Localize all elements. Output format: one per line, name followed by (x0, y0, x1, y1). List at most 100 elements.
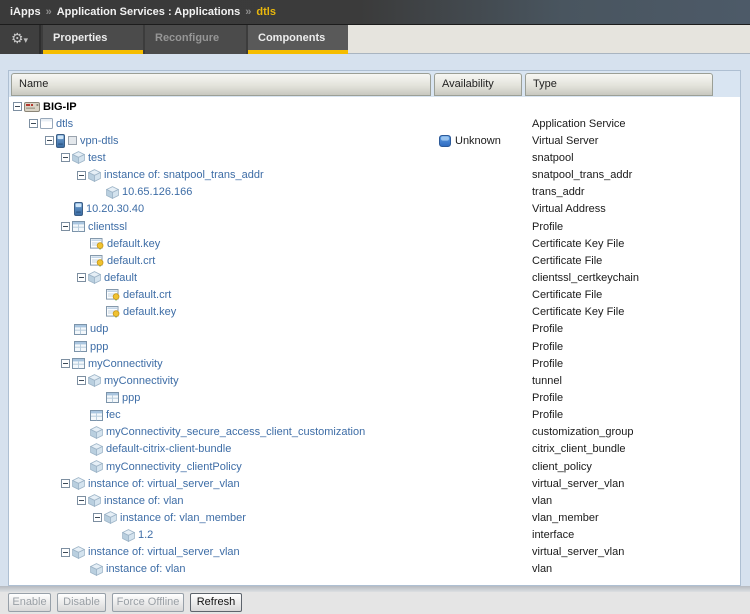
tab-properties[interactable]: Properties (43, 25, 143, 54)
tree-name-cell: BIG-IP (9, 101, 433, 113)
collapse-icon[interactable] (77, 171, 86, 180)
collapse-icon[interactable] (29, 119, 38, 128)
tree-item-label[interactable]: instance of: virtual_server_vlan (88, 546, 240, 558)
gear-menu-button[interactable]: ⚙▾ (0, 25, 41, 54)
tree-name-cell: instance of: virtual_server_vlan (9, 477, 433, 490)
column-header-type[interactable]: Type (525, 73, 713, 96)
refresh-button[interactable]: Refresh (190, 593, 242, 612)
tree-item-label[interactable]: 10.65.126.166 (122, 186, 192, 198)
type-cell: Profile (524, 358, 740, 370)
tree-item-label[interactable]: clientssl (88, 221, 127, 233)
tree-name-cell: default-citrix-client-bundle (9, 443, 433, 456)
certificate-icon (90, 255, 104, 267)
tree-item-label[interactable]: BIG-IP (43, 101, 77, 113)
tree-item-label[interactable]: test (88, 152, 106, 164)
certificate-icon (106, 306, 120, 318)
tree-row: instance of: virtual_server_vlan virtual_… (9, 544, 740, 561)
tree-item-label[interactable]: fec (106, 409, 121, 421)
enable-button[interactable]: Enable (8, 593, 51, 612)
cube-icon (90, 460, 103, 473)
tree-row: clientssl Profile (9, 218, 740, 235)
column-header-availability[interactable]: Availability (434, 73, 522, 96)
tree-item-label[interactable]: instance of: vlan (106, 563, 186, 575)
tree-row: myConnectivity_clientPolicy client_policy (9, 458, 740, 475)
tree-item-label[interactable]: myConnectivity (104, 375, 179, 387)
tree-item-label[interactable]: myConnectivity_clientPolicy (106, 461, 242, 473)
type-cell: client_policy (524, 461, 740, 473)
tree-item-label[interactable]: 10.20.30.40 (86, 203, 144, 215)
type-cell: virtual_server_vlan (524, 546, 740, 558)
cube-icon (90, 426, 103, 439)
tree-item-label[interactable]: myConnectivity (88, 358, 163, 370)
breadcrumb-section[interactable]: Application Services : Applications (57, 6, 241, 18)
tree-item-label[interactable]: ppp (90, 341, 108, 353)
tree-item-label[interactable]: 1.2 (138, 529, 153, 541)
tab-underline (43, 50, 143, 54)
collapse-icon[interactable] (61, 153, 70, 162)
tree-row: vpn-dtlsUnknownVirtual Server (9, 132, 740, 149)
component-checkbox[interactable] (68, 136, 77, 145)
collapse-icon[interactable] (13, 102, 22, 111)
type-cell: Profile (524, 341, 740, 353)
tree-name-cell: test (9, 151, 433, 164)
type-cell: Profile (524, 392, 740, 404)
tree-name-cell: default.crt (9, 255, 433, 267)
tree-item-label[interactable]: default-citrix-client-bundle (106, 443, 231, 455)
tree-item-label[interactable]: udp (90, 323, 108, 335)
tree-item-label[interactable]: ppp (122, 392, 140, 404)
tree-row: instance of: virtual_server_vlanvirtual_… (9, 475, 740, 492)
tree-item-label[interactable]: dtls (56, 118, 73, 130)
profile-icon (90, 410, 103, 421)
profile-icon (74, 324, 87, 335)
collapse-icon[interactable] (61, 222, 70, 231)
type-cell: Certificate File (524, 289, 740, 301)
collapse-icon[interactable] (45, 136, 54, 145)
collapse-icon[interactable] (61, 548, 70, 557)
tree-item-label[interactable]: default.key (107, 238, 160, 250)
collapse-icon[interactable] (93, 513, 102, 522)
tree-item-label[interactable]: default.crt (107, 255, 155, 267)
tree-name-cell: 10.20.30.40 (9, 202, 433, 216)
tree-name-cell: instance of: vlan (9, 494, 433, 507)
tree-item-label[interactable]: default.key (123, 306, 176, 318)
tab-components[interactable]: Components (248, 25, 348, 54)
cube-icon (122, 529, 135, 542)
tree-name-cell: clientssl (9, 221, 433, 233)
tree-name-cell: instance of: vlan_member (9, 511, 433, 524)
collapse-icon[interactable] (77, 496, 86, 505)
breadcrumb-root[interactable]: iApps (10, 6, 41, 18)
tree-row: myConnectivity_secure_access_client_cust… (9, 424, 740, 441)
tree-item-label[interactable]: vpn-dtls (80, 135, 119, 147)
type-cell: Certificate Key File (524, 238, 740, 250)
profile-icon (74, 341, 87, 352)
virtual-server-icon (56, 134, 65, 148)
type-cell: vlan (524, 495, 740, 507)
tree-name-cell: default.key (9, 238, 433, 250)
profile-icon (72, 221, 85, 232)
collapse-icon[interactable] (77, 273, 86, 282)
collapse-icon[interactable] (61, 359, 70, 368)
tree-item-label[interactable]: default.crt (123, 289, 171, 301)
collapse-icon[interactable] (77, 376, 86, 385)
table-header-band: Name Availability Type (9, 71, 740, 97)
tree-name-cell: ppp (9, 341, 433, 353)
tab-label: Properties (53, 32, 107, 44)
tree-item-label[interactable]: instance of: virtual_server_vlan (88, 478, 240, 490)
disable-button[interactable]: Disable (57, 593, 106, 612)
tree-item-label[interactable]: instance of: vlan_member (120, 512, 246, 524)
tree-item-label[interactable]: instance of: snatpool_trans_addr (104, 169, 264, 181)
column-header-name[interactable]: Name (11, 73, 431, 96)
type-cell: Profile (524, 221, 740, 233)
tree-name-cell: instance of: vlan (9, 563, 433, 576)
tree-name-cell: myConnectivity (9, 374, 433, 387)
tree-item-label[interactable]: default (104, 272, 137, 284)
type-cell: citrix_client_bundle (524, 443, 740, 455)
tree-name-cell: myConnectivity (9, 358, 433, 370)
force-offline-button[interactable]: Force Offline (112, 593, 184, 612)
collapse-icon[interactable] (61, 479, 70, 488)
type-cell: snatpool (524, 152, 740, 164)
cube-icon (72, 546, 85, 559)
tree-item-label[interactable]: instance of: vlan (104, 495, 184, 507)
tree-item-label[interactable]: myConnectivity_secure_access_client_cust… (106, 426, 365, 438)
tree-row: udpProfile (9, 321, 740, 338)
